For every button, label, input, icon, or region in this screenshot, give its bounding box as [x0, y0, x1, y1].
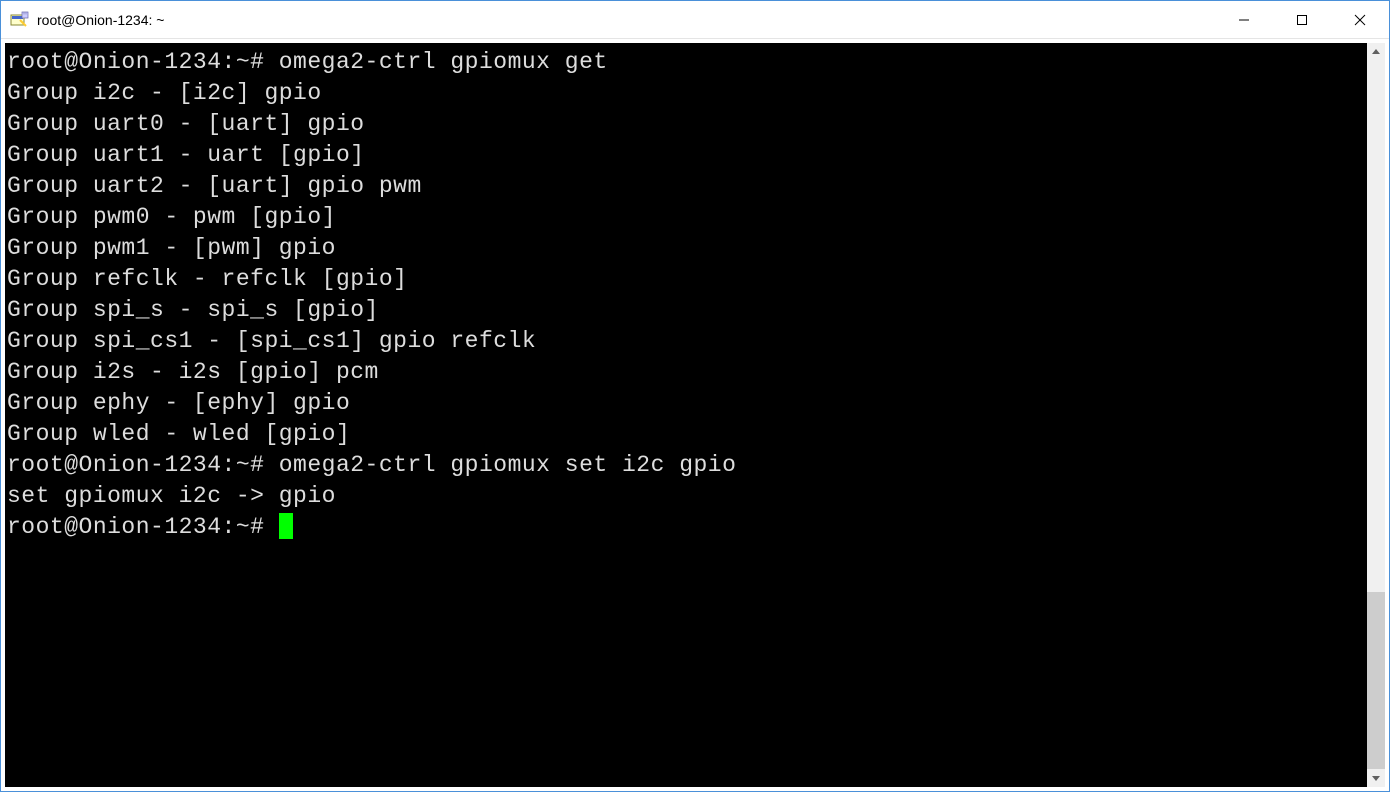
scroll-thumb[interactable]	[1367, 592, 1385, 769]
terminal-line: Group uart2 - [uart] gpio pwm	[7, 171, 1365, 202]
window-controls	[1215, 1, 1389, 38]
terminal-line: Group pwm1 - [pwm] gpio	[7, 233, 1365, 264]
terminal-line: Group spi_cs1 - [spi_cs1] gpio refclk	[7, 326, 1365, 357]
minimize-button[interactable]	[1215, 1, 1273, 38]
titlebar[interactable]: root@Onion-1234: ~	[1, 1, 1389, 39]
terminal-line: Group refclk - refclk [gpio]	[7, 264, 1365, 295]
terminal-line: root@Onion-1234:~#	[7, 512, 1365, 543]
terminal-line: root@Onion-1234:~# omega2-ctrl gpiomux s…	[7, 450, 1365, 481]
terminal-line: Group spi_s - spi_s [gpio]	[7, 295, 1365, 326]
terminal-line: Group wled - wled [gpio]	[7, 419, 1365, 450]
terminal-line: set gpiomux i2c -> gpio	[7, 481, 1365, 512]
window-title: root@Onion-1234: ~	[37, 12, 1215, 28]
close-button[interactable]	[1331, 1, 1389, 38]
terminal-line: Group uart1 - uart [gpio]	[7, 140, 1365, 171]
terminal[interactable]: root@Onion-1234:~# omega2-ctrl gpiomux g…	[5, 43, 1367, 787]
app-window: root@Onion-1234: ~ root@Onion-1234:~# om…	[0, 0, 1390, 792]
terminal-line: Group pwm0 - pwm [gpio]	[7, 202, 1365, 233]
putty-icon	[9, 10, 29, 30]
scroll-track[interactable]	[1367, 61, 1385, 769]
terminal-line: Group ephy - [ephy] gpio	[7, 388, 1365, 419]
terminal-line: root@Onion-1234:~# omega2-ctrl gpiomux g…	[7, 47, 1365, 78]
terminal-line: Group uart0 - [uart] gpio	[7, 109, 1365, 140]
scroll-up-arrow[interactable]	[1367, 43, 1385, 61]
scrollbar[interactable]	[1367, 43, 1385, 787]
content-area: root@Onion-1234:~# omega2-ctrl gpiomux g…	[1, 39, 1389, 791]
terminal-line: Group i2c - [i2c] gpio	[7, 78, 1365, 109]
terminal-line: Group i2s - i2s [gpio] pcm	[7, 357, 1365, 388]
terminal-cursor	[279, 513, 293, 539]
scroll-down-arrow[interactable]	[1367, 769, 1385, 787]
maximize-button[interactable]	[1273, 1, 1331, 38]
